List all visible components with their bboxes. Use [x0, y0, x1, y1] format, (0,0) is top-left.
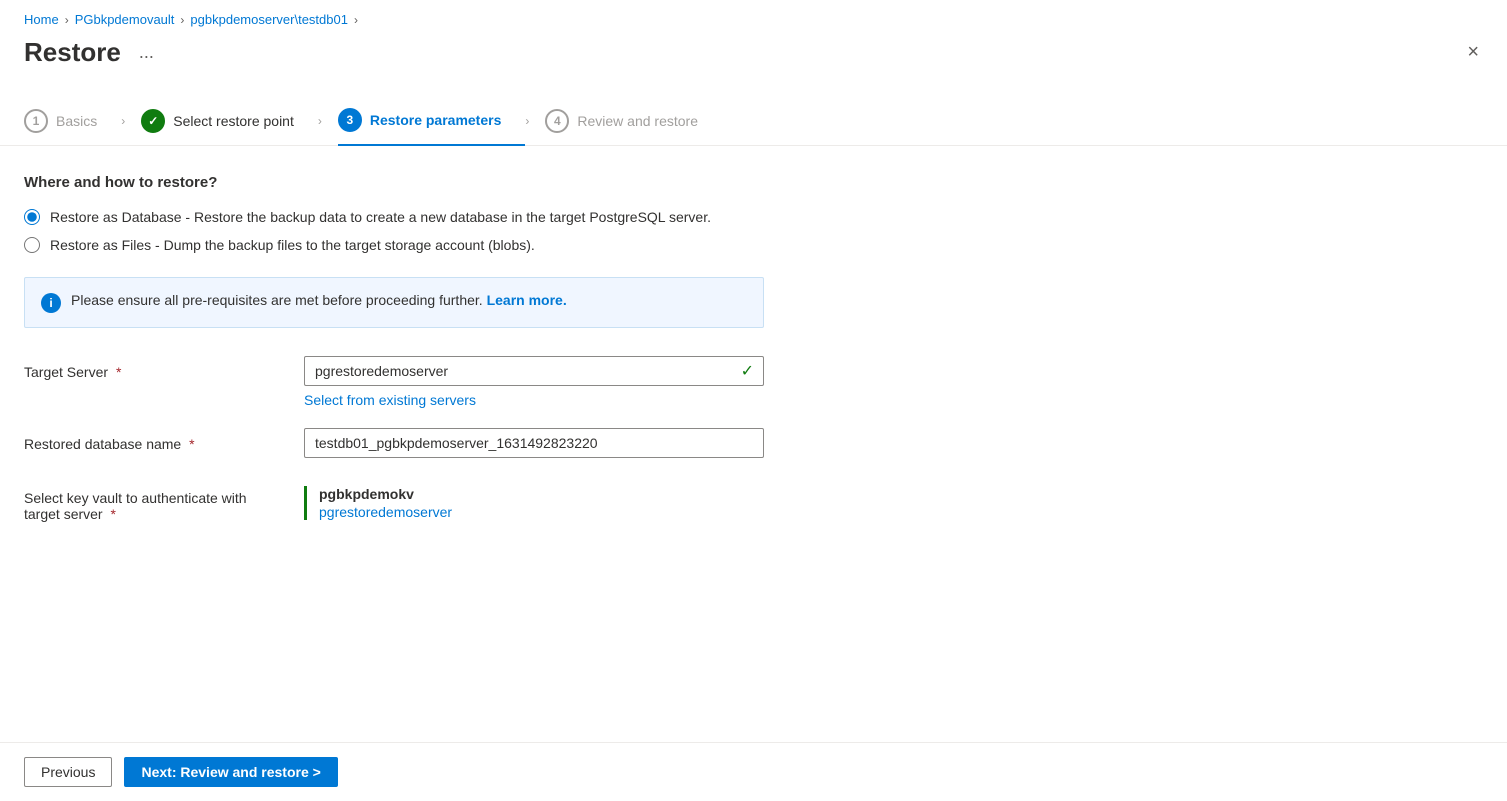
target-server-input[interactable]: [304, 356, 764, 386]
breadcrumb-sep-1: ›: [65, 13, 69, 27]
breadcrumb-sep-3: ›: [354, 13, 358, 27]
restore-type-radio-group: Restore as Database - Restore the backup…: [24, 209, 1483, 253]
breadcrumb-sep-2: ›: [180, 13, 184, 27]
key-vault-name: pgbkpdemokv: [319, 486, 452, 502]
step-review-restore[interactable]: 4 Review and restore: [545, 97, 722, 145]
step-circle-restore-parameters: 3: [338, 108, 362, 132]
step-restore-parameters[interactable]: 3 Restore parameters: [338, 96, 526, 146]
breadcrumb-home[interactable]: Home: [24, 12, 59, 27]
title-area: Restore ...: [24, 37, 160, 68]
step-label-select-restore-point: Select restore point: [173, 113, 294, 129]
restored-db-name-input[interactable]: [304, 428, 764, 458]
target-server-control-col: ✓ Select from existing servers: [304, 356, 764, 408]
page-header: Restore ... ×: [0, 33, 1507, 84]
step-sep-3: ›: [525, 114, 529, 128]
step-circle-basics: 1: [24, 109, 48, 133]
step-label-restore-parameters: Restore parameters: [370, 112, 502, 128]
key-vault-label-line1: Select key vault to authenticate with: [24, 490, 247, 506]
key-vault-label-col: Select key vault to authenticate with ta…: [24, 486, 284, 522]
main-content: Where and how to restore? Restore as Dat…: [0, 146, 1507, 742]
breadcrumb: Home › PGbkpdemovault › pgbkpdemoserver\…: [0, 0, 1507, 33]
restored-db-label: Restored database name: [24, 436, 181, 452]
step-select-restore-point[interactable]: ✓ Select restore point: [141, 97, 318, 145]
target-server-input-wrapper: ✓: [304, 356, 764, 386]
ellipsis-button[interactable]: ...: [133, 40, 160, 65]
radio-input-database[interactable]: [24, 209, 40, 225]
step-label-basics: Basics: [56, 113, 97, 129]
key-vault-label-line2: target server: [24, 506, 103, 522]
wizard-steps: 1 Basics › ✓ Select restore point › 3 Re…: [0, 84, 1507, 146]
restored-db-label-col: Restored database name *: [24, 428, 284, 452]
target-server-check-icon: ✓: [741, 361, 754, 381]
target-server-label-col: Target Server *: [24, 356, 284, 380]
next-button[interactable]: Next: Review and restore >: [124, 757, 337, 787]
target-server-label: Target Server: [24, 364, 108, 380]
learn-more-link[interactable]: Learn more.: [487, 292, 567, 308]
target-server-required: *: [116, 364, 121, 380]
close-button[interactable]: ×: [1463, 37, 1483, 68]
section-title: Where and how to restore?: [24, 174, 1483, 191]
restored-db-control-col: [304, 428, 764, 458]
target-server-row: Target Server * ✓ Select from existing s…: [24, 356, 1483, 408]
key-vault-row: Select key vault to authenticate with ta…: [24, 486, 1483, 522]
select-existing-servers-link[interactable]: Select from existing servers: [304, 392, 764, 408]
step-sep-2: ›: [318, 114, 322, 128]
footer: Previous Next: Review and restore >: [0, 742, 1507, 801]
restored-db-name-row: Restored database name *: [24, 428, 1483, 458]
info-banner: i Please ensure all pre-requisites are m…: [24, 277, 764, 328]
breadcrumb-vault[interactable]: PGbkpdemovault: [75, 12, 175, 27]
radio-label-files: Restore as Files - Dump the backup files…: [50, 237, 535, 253]
info-icon: i: [41, 293, 61, 313]
radio-input-files[interactable]: [24, 237, 40, 253]
radio-restore-as-database[interactable]: Restore as Database - Restore the backup…: [24, 209, 1483, 225]
step-label-review-restore: Review and restore: [577, 113, 698, 129]
step-basics[interactable]: 1 Basics: [24, 97, 121, 145]
form-section: Target Server * ✓ Select from existing s…: [24, 356, 1483, 522]
key-vault-value: pgbkpdemokv pgrestoredemoserver: [304, 486, 452, 520]
step-circle-review-restore: 4: [545, 109, 569, 133]
previous-button[interactable]: Previous: [24, 757, 112, 787]
key-vault-required: *: [110, 506, 115, 522]
restored-db-required: *: [189, 436, 194, 452]
info-text: Please ensure all pre-requisites are met…: [71, 292, 567, 308]
page-title: Restore: [24, 37, 121, 68]
step-circle-select-restore-point: ✓: [141, 109, 165, 133]
info-message: Please ensure all pre-requisites are met…: [71, 292, 483, 308]
step-sep-1: ›: [121, 114, 125, 128]
breadcrumb-server[interactable]: pgbkpdemoserver\testdb01: [190, 12, 348, 27]
key-vault-server-link[interactable]: pgrestoredemoserver: [319, 504, 452, 520]
radio-label-database: Restore as Database - Restore the backup…: [50, 209, 711, 225]
radio-restore-as-files[interactable]: Restore as Files - Dump the backup files…: [24, 237, 1483, 253]
